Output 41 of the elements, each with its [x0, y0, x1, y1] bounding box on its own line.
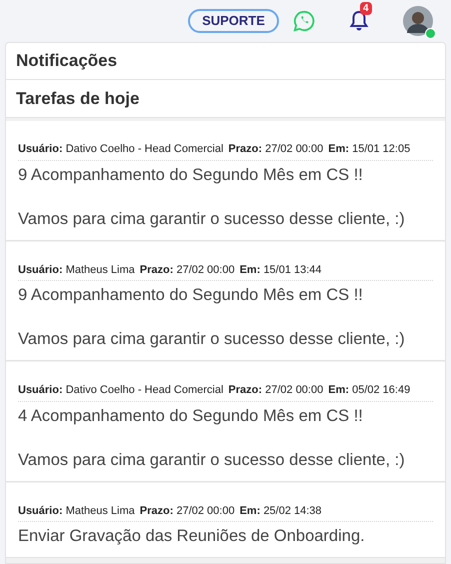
task-description: Vamos para cima garantir o sucesso desse cliente, :): [18, 329, 406, 350]
meta-value: 27/02 00:00: [265, 384, 324, 396]
meta-label: Usuário:: [18, 384, 63, 396]
meta-value: 27/02 00:00: [176, 264, 235, 276]
notification-badge: 4: [360, 2, 372, 15]
task-title: 4 Acompanhamento do Segundo Mês em CS !!: [18, 406, 364, 426]
meta-label: Usuário:: [18, 504, 63, 516]
meta-label: Prazo:: [140, 264, 174, 276]
task-title: 9 Acompanhamento do Segundo Mês em CS !!: [18, 164, 364, 186]
task-description: Vamos para cima garantir o sucesso desse cliente, :): [18, 208, 406, 230]
meta-value: 05/02 16:49: [352, 384, 410, 396]
meta-value: 27/02 00:00: [176, 504, 235, 516]
panel-title: Notificações: [6, 43, 445, 80]
meta-label: Usuário:: [18, 264, 63, 276]
task-card[interactable]: Usuário: Dativo Coelho - Head Comercial Prazo: 27/02 00:00 Em: 05/02 16:49 4 Acompanhamento do Segundo Mês em CS !! Vamos para cima garantir o sucesso desse cliente, :): [6, 362, 445, 482]
meta-label: Em:: [240, 504, 260, 516]
task-title: Enviar Gravação das Reuniões de Onboarding.: [18, 526, 366, 547]
meta-value: 15/01 13:44: [263, 264, 322, 276]
meta-label: Usuário:: [18, 143, 63, 155]
task-card[interactable]: Usuário: Matheus Lima Prazo: 27/02 00:00 Em: 15/01 13:44 9 Acompanhamento do Segundo Mês em CS !! Vamos para cima garantir o sucesso desse cliente, :): [6, 242, 445, 361]
bell-icon[interactable]: [349, 10, 369, 32]
meta-value: 27/02 00:00: [265, 143, 324, 155]
meta-value: Dativo Coelho - Head Comercial: [66, 384, 224, 396]
task-description: Vamos para cima garantir o sucesso desse cliente, :): [18, 450, 406, 470]
meta-value: 25/02 14:38: [263, 504, 322, 516]
meta-label: Em:: [328, 143, 350, 155]
meta-value: 15/01 12:05: [352, 143, 410, 155]
meta-value: Dativo Coelho - Head Comercial: [66, 143, 224, 155]
meta-label: Prazo:: [228, 143, 262, 155]
meta-label: Prazo:: [228, 384, 262, 396]
meta-label: Em:: [240, 264, 260, 276]
section-title: Tarefas de hoje: [6, 80, 445, 118]
avatar[interactable]: [403, 6, 433, 36]
task-title: 9 Acompanhamento do Segundo Mês em CS !!: [18, 285, 364, 306]
meta-label: Em:: [328, 384, 350, 396]
task-card[interactable]: Usuário: Dativo Coelho - Head Comercial Prazo: 27/02 00:00 Em: 15/01 12:05 9 Acompanhamento do Segundo Mês em CS !! Vamos para cima garantir o sucesso desse cliente, :): [6, 121, 445, 240]
meta-value: Matheus Lima: [66, 504, 135, 516]
support-button[interactable]: SUPORTE: [188, 9, 279, 33]
meta-label: Prazo:: [140, 504, 174, 516]
meta-value: Matheus Lima: [66, 264, 135, 276]
task-card[interactable]: Usuário: Matheus Lima Prazo: 27/02 00:00 Em: 25/02 14:38 Enviar Gravação das Reuniões de Onboarding.: [6, 482, 445, 558]
